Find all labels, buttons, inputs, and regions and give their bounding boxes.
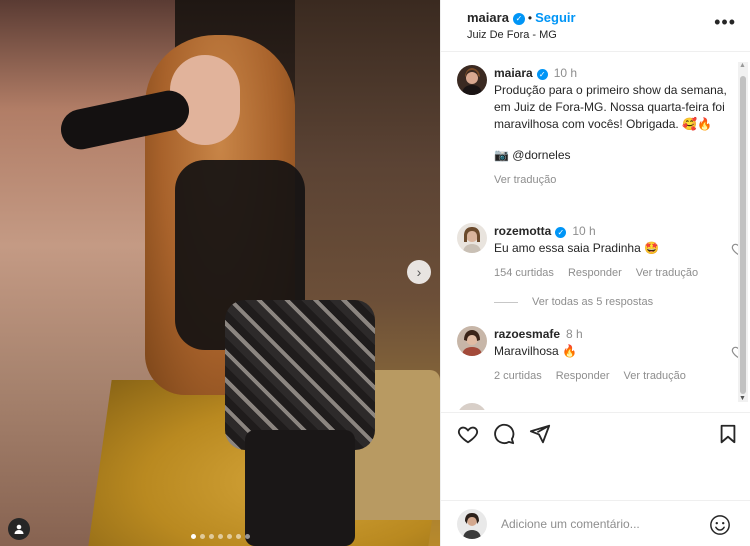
carousel-dot <box>226 534 232 539</box>
comments-scrollbar[interactable]: ▲ ▼ <box>738 62 748 402</box>
comment-username[interactable]: razoesmafe <box>494 327 560 341</box>
photo-skirt <box>225 300 375 450</box>
caption-entry: maiara ✓ 10 h Produção para o primeiro sho… <box>457 65 727 189</box>
post-actions <box>441 412 750 452</box>
scrollbar-thumb[interactable] <box>740 76 746 394</box>
follow-button[interactable]: Seguir <box>535 10 575 25</box>
heart-icon[interactable] <box>457 423 479 445</box>
post-dialog: › maiara ✓ • Seguir Juiz De Fora - MG ••• <box>0 0 750 546</box>
share-icon[interactable] <box>529 423 551 445</box>
post-media[interactable]: › <box>0 0 440 546</box>
caption-text: Produção para o primeiro show da semana,… <box>494 83 727 131</box>
photo-credit[interactable]: 📷 @dorneles <box>494 147 727 164</box>
divider <box>494 301 518 303</box>
comment-item: razoesmafe 8 h Maravilhosa 🔥 2 curtidas R… <box>457 326 747 385</box>
verified-icon: ✓ <box>512 12 525 25</box>
translate-link[interactable]: Ver tradução <box>636 265 698 282</box>
comment-text: Maravilhosa 🔥 <box>494 344 577 358</box>
carousel-dot <box>235 534 241 539</box>
photo-legs <box>245 430 355 546</box>
comment-text: Eu amo essa saia Pradinha 🤩 <box>494 241 660 255</box>
comment-composer <box>441 500 750 546</box>
comment-time: 8 h <box>566 327 583 341</box>
carousel-indicator <box>0 534 440 539</box>
view-replies-button[interactable]: Ver todas as 5 respostas <box>494 296 653 308</box>
comment-time: 10 h <box>572 224 596 238</box>
comment-likes[interactable]: 2 curtidas <box>494 368 542 385</box>
next-slide-button[interactable]: › <box>407 260 431 284</box>
carousel-dot <box>244 534 250 539</box>
scroll-down-icon[interactable]: ▼ <box>739 395 746 402</box>
view-replies-label: Ver todas as 5 respostas <box>532 296 654 308</box>
comment-icon[interactable] <box>493 423 515 445</box>
verified-icon: ✓ <box>555 227 567 238</box>
bookmark-icon[interactable] <box>717 423 739 445</box>
carousel-dot <box>190 534 196 539</box>
comment-username[interactable]: rozemotta <box>494 224 551 238</box>
more-horizontal-icon[interactable]: ••• <box>714 12 736 33</box>
post-header: maiara ✓ • Seguir Juiz De Fora - MG ••• <box>441 0 750 52</box>
post-sidebar: maiara ✓ • Seguir Juiz De Fora - MG ••• mai… <box>440 0 750 546</box>
verified-icon: ✓ <box>536 69 548 80</box>
reply-button[interactable]: Responder <box>556 368 610 385</box>
chevron-right-icon: › <box>416 264 422 280</box>
author-username[interactable]: maiara <box>467 10 509 25</box>
comment-input[interactable] <box>501 516 701 531</box>
translate-link[interactable]: Ver tradução <box>624 368 686 385</box>
comment-item: rozemotta ✓ 10 h Eu amo essa saia Pradinha… <box>457 223 747 282</box>
comment-likes[interactable]: 154 curtidas <box>494 265 554 282</box>
reply-button[interactable]: Responder <box>568 265 622 282</box>
carousel-dot <box>199 534 205 539</box>
post-location[interactable]: Juiz De Fora - MG <box>467 29 576 41</box>
avatar[interactable] <box>457 403 487 410</box>
caption-username[interactable]: maiara <box>494 66 533 80</box>
carousel-dot <box>217 534 223 539</box>
avatar[interactable] <box>457 65 487 95</box>
carousel-dot <box>208 534 214 539</box>
separator: • <box>527 11 533 25</box>
caption-translate-link[interactable]: Ver tradução <box>494 172 556 189</box>
avatar[interactable] <box>457 326 487 356</box>
scroll-up-icon[interactable]: ▲ <box>739 62 746 69</box>
avatar <box>457 508 487 539</box>
comments-list[interactable]: maiara ✓ 10 h Produção para o primeiro sho… <box>441 53 750 410</box>
caption-time: 10 h <box>553 66 578 80</box>
emoji-icon[interactable] <box>709 514 731 536</box>
avatar[interactable] <box>457 223 487 253</box>
